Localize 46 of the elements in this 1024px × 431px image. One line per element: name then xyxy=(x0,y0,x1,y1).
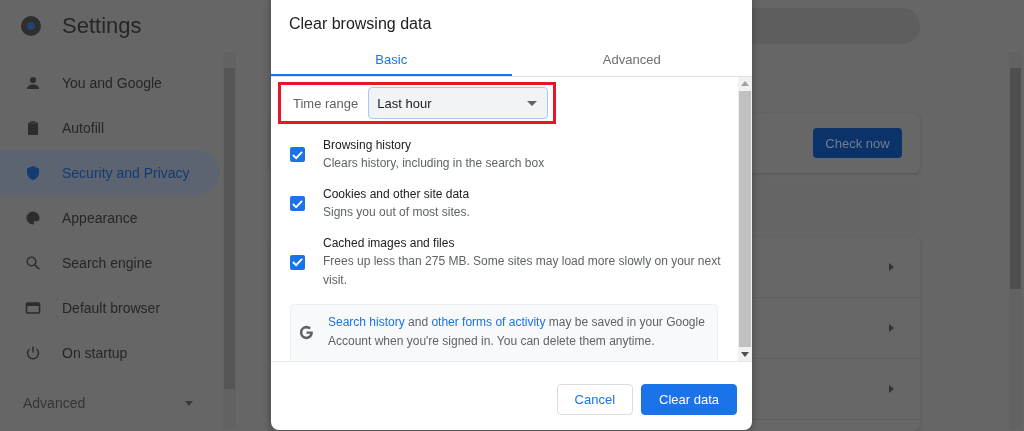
sidebar-item[interactable]: You and Google xyxy=(0,60,219,105)
scrollbar[interactable] xyxy=(738,77,752,361)
link[interactable]: Search history xyxy=(328,315,405,329)
link[interactable]: other forms of activity xyxy=(431,315,546,329)
browser-logo-icon xyxy=(20,15,42,37)
time-range-dropdown[interactable]: Last hour xyxy=(368,87,548,119)
arrow-right-icon[interactable] xyxy=(889,385,894,393)
option-title: Cookies and other site data xyxy=(323,186,471,203)
sidebar-item[interactable]: On startup xyxy=(0,330,219,375)
time-range-label: Time range xyxy=(293,95,359,111)
search-icon xyxy=(25,254,41,271)
checkbox[interactable] xyxy=(290,196,305,211)
checkbox[interactable] xyxy=(290,254,305,270)
tab[interactable]: Basic xyxy=(271,48,512,76)
dialog-title: Clear browsing data xyxy=(289,15,432,34)
caret-icon xyxy=(185,400,193,406)
person-icon xyxy=(25,74,41,91)
info-text: Search history and other forms of activity may be saved in your Google Account when you're signed in. You can delete them anytime. xyxy=(328,314,706,350)
check-now-button[interactable]: Check now xyxy=(813,128,902,158)
option-description: Frees up less than 275 MB. Some sites may load more slowly on your next visit. xyxy=(323,253,722,289)
settings-title: Settings xyxy=(62,13,142,39)
sidebar-item[interactable]: Autofill xyxy=(0,105,219,150)
arrow-right-icon[interactable] xyxy=(889,324,894,332)
checkbox[interactable] xyxy=(290,147,305,162)
sidebar-item[interactable]: Default browser xyxy=(0,285,219,330)
google-g-icon xyxy=(299,325,314,340)
clipboard-icon xyxy=(25,119,41,136)
sidebar-item[interactable]: Appearance xyxy=(0,195,219,240)
option-description: Signs you out of most sites. xyxy=(323,204,471,221)
scroll-up-icon[interactable] xyxy=(741,81,749,86)
scroll-down-icon[interactable] xyxy=(741,352,749,357)
option-description: Clears history, including in the search box xyxy=(323,155,546,172)
cancel-button[interactable]: Cancel xyxy=(556,384,633,415)
power-icon xyxy=(25,344,41,361)
sidebar-item[interactable]: Security and Privacy xyxy=(0,150,219,195)
shield-icon xyxy=(25,164,41,181)
dropdown-caret-icon xyxy=(527,100,537,106)
palette-icon xyxy=(25,209,41,226)
search-field[interactable] xyxy=(750,8,920,44)
browser-icon xyxy=(25,299,41,316)
option-title: Cached images and files xyxy=(323,235,456,252)
tab[interactable]: Advanced xyxy=(511,48,752,76)
sidebar-item[interactable]: Search engine xyxy=(0,240,219,285)
arrow-right-icon[interactable] xyxy=(889,263,894,271)
option-title: Browsing history xyxy=(323,137,413,154)
clear-data-button[interactable]: Clear data xyxy=(641,384,737,415)
